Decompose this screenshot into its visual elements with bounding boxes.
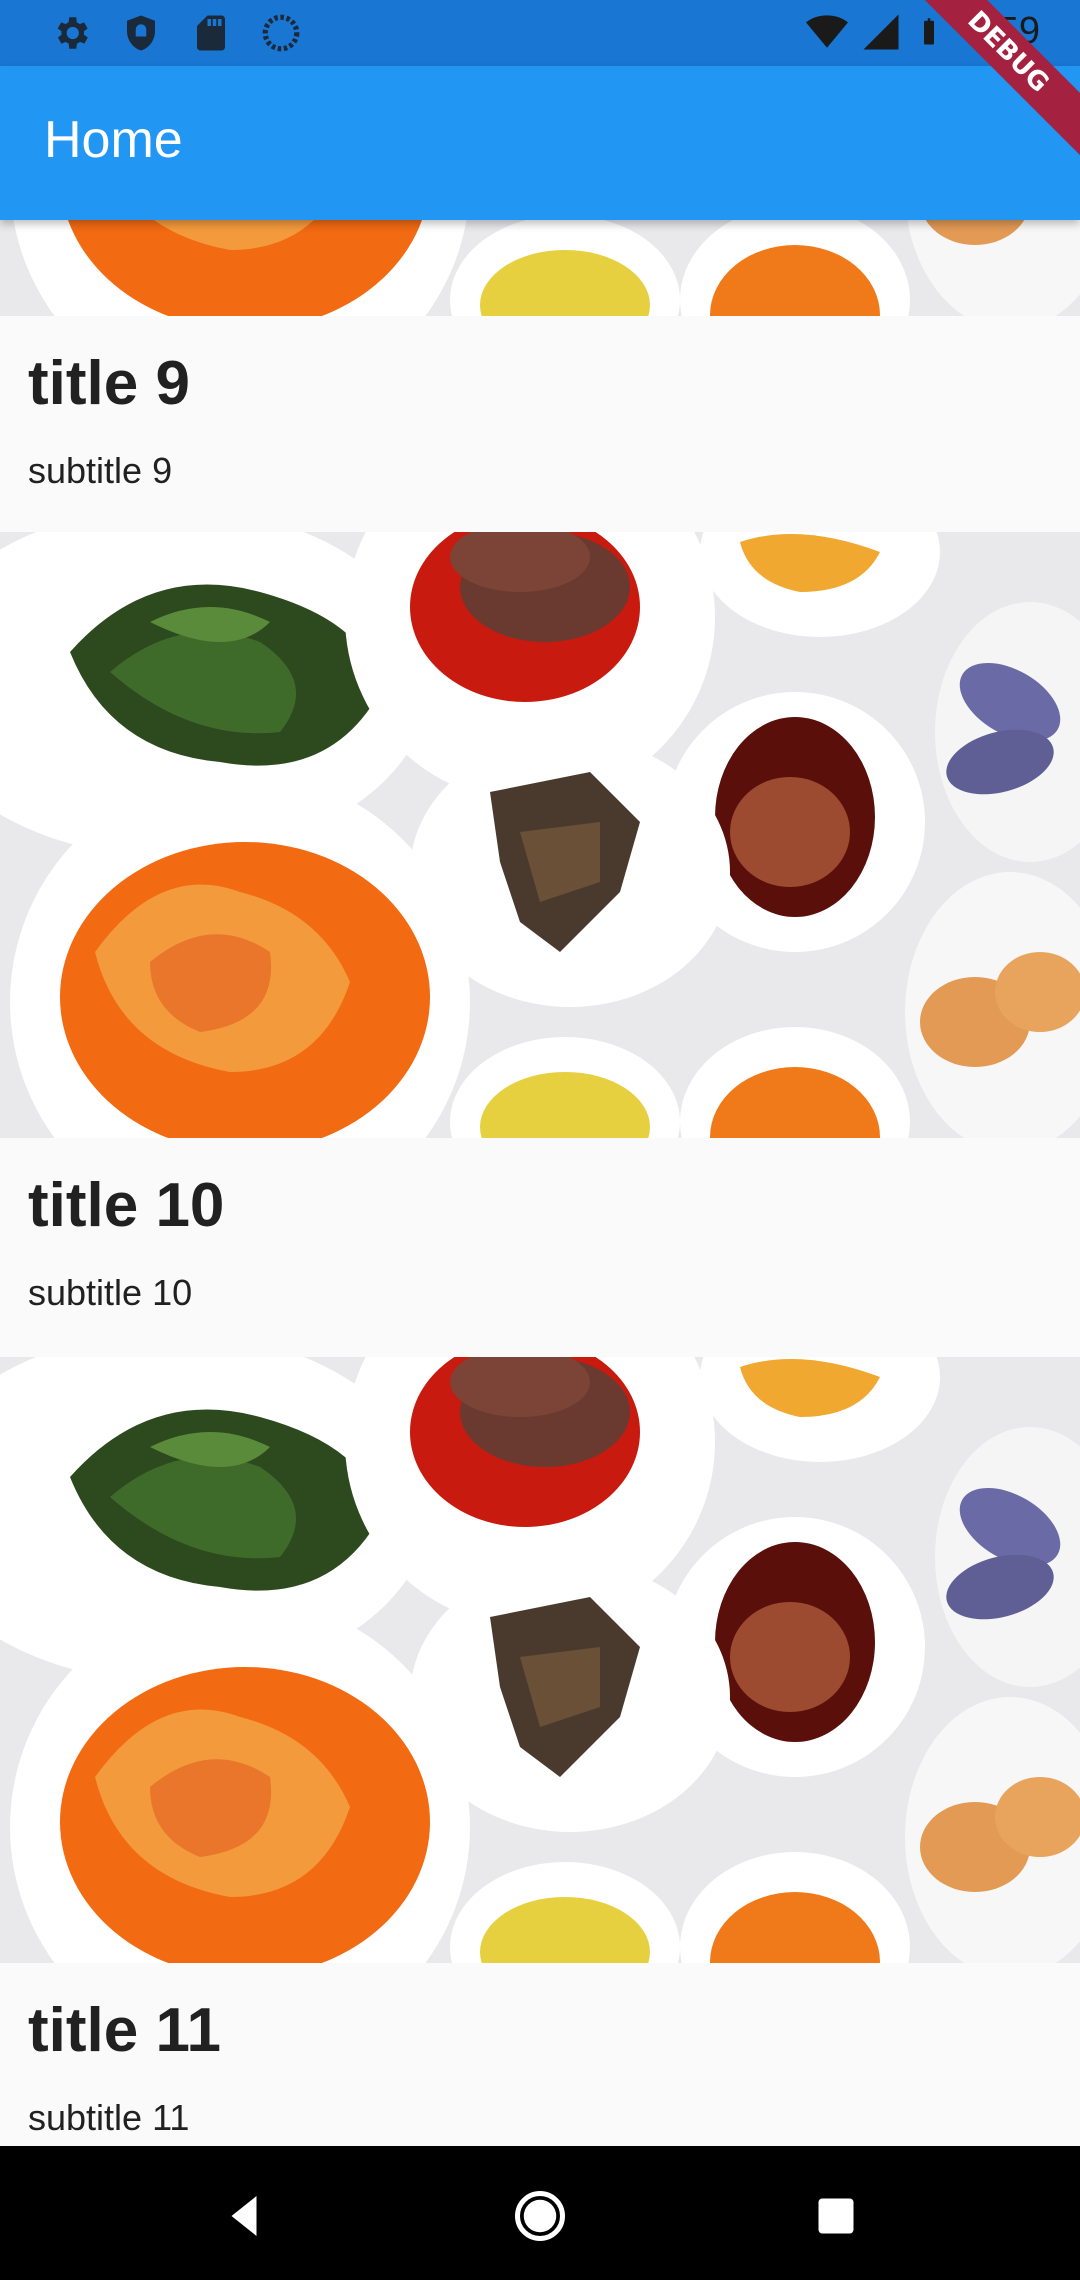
- food-image: [0, 532, 1080, 1138]
- list-item[interactable]: title 11 subtitle 11: [0, 1357, 1080, 2146]
- card-title: title 9: [28, 349, 190, 418]
- page-title: Home: [44, 111, 183, 169]
- cell-signal-icon: [863, 14, 899, 49]
- battery-icon: [924, 17, 935, 44]
- list-item[interactable]: title 10 subtitle 10: [0, 532, 1080, 1357]
- food-image: [0, 220, 1080, 316]
- navigation-bar: [0, 2146, 1080, 2280]
- card-subtitle: subtitle 10: [28, 1272, 193, 1313]
- list-item[interactable]: title 9 subtitle 9: [0, 220, 1080, 535]
- status-icons-left: [50, 12, 302, 54]
- back-icon[interactable]: [214, 2186, 274, 2246]
- wifi-icon: [806, 14, 849, 48]
- content-list[interactable]: title 9 subtitle 9 title 10 subtitle 10 …: [0, 220, 1080, 2146]
- gear-icon: [57, 17, 88, 49]
- app-bar: Home: [0, 66, 1080, 220]
- shield-icon: [127, 15, 155, 51]
- home-icon[interactable]: [510, 2186, 570, 2246]
- sync-icon: [262, 14, 300, 52]
- sd-card-icon: [197, 15, 225, 51]
- recents-icon[interactable]: [806, 2186, 866, 2246]
- card-subtitle: subtitle 11: [28, 2097, 190, 2138]
- card-subtitle: subtitle 9: [28, 450, 173, 491]
- card-title: title 11: [28, 1996, 221, 2065]
- food-image: [0, 1357, 1080, 1963]
- card-title: title 10: [28, 1171, 225, 1240]
- status-bar: 6:59: [0, 0, 1080, 66]
